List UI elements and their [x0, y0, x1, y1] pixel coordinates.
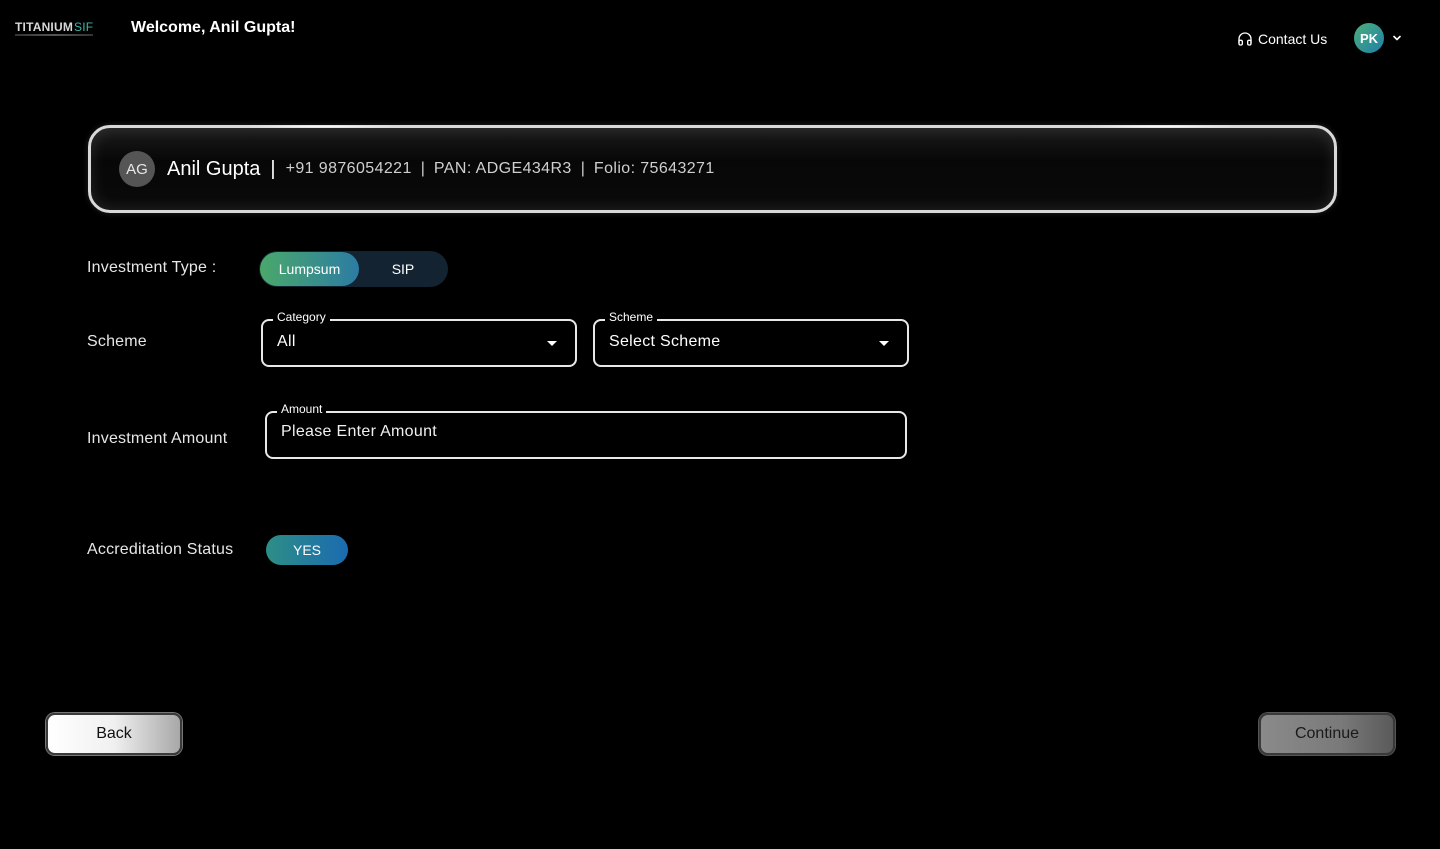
- toggle-lumpsum[interactable]: Lumpsum: [260, 252, 359, 286]
- client-name: Anil Gupta: [167, 157, 261, 180]
- amount-input[interactable]: [281, 423, 881, 441]
- contact-us-label: Contact Us: [1258, 31, 1328, 47]
- investment-type-toggle: Lumpsum SIP: [259, 251, 448, 287]
- brand-logo: TITANIUM SIF: [15, 20, 93, 34]
- amount-field[interactable]: Amount: [265, 402, 907, 459]
- investment-type-label: Investment Type :: [87, 259, 217, 276]
- investment-amount-label: Investment Amount: [87, 430, 228, 447]
- category-value: All: [277, 333, 296, 350]
- amount-legend: Amount: [277, 402, 327, 416]
- toggle-sip[interactable]: SIP: [359, 252, 447, 286]
- accreditation-status-label: Accreditation Status: [87, 541, 234, 558]
- category-select[interactable]: Category All: [261, 310, 577, 367]
- dropdown-arrow-icon: [879, 341, 889, 346]
- scheme-value: Select Scheme: [609, 333, 721, 350]
- client-phone: +91 9876054221: [285, 160, 412, 177]
- accreditation-yes-badge[interactable]: YES: [266, 535, 348, 565]
- dropdown-arrow-icon: [547, 341, 557, 346]
- meta-separator: |: [580, 160, 585, 177]
- scheme-legend: Scheme: [605, 310, 658, 324]
- meta-separator: |: [420, 160, 425, 177]
- welcome-message: Welcome, Anil Gupta!: [131, 19, 296, 36]
- client-folio: Folio: 75643271: [593, 160, 715, 177]
- logo-main-text: TITANIUM: [15, 20, 74, 34]
- card-glow-left: [241, 125, 401, 128]
- card-glow-right: [1081, 125, 1241, 128]
- logo-accent-text: SIF: [74, 20, 94, 34]
- continue-button[interactable]: Continue: [1259, 713, 1395, 755]
- avatar: PK: [1354, 23, 1384, 53]
- scheme-label: Scheme: [87, 333, 147, 350]
- client-name-separator: |: [270, 157, 276, 180]
- client-avatar: AG: [119, 151, 155, 187]
- scheme-select[interactable]: Scheme Select Scheme: [593, 310, 909, 367]
- logo-tagline-bar: [15, 34, 93, 36]
- chevron-down-icon: [1393, 35, 1401, 41]
- contact-us-link[interactable]: Contact Us: [1237, 31, 1327, 47]
- client-info-card: AG Anil Gupta | +91 9876054221 | PAN: AD…: [88, 125, 1337, 213]
- category-legend: Category: [273, 310, 330, 324]
- user-menu[interactable]: PK: [1354, 23, 1402, 53]
- headphones-icon: [1238, 32, 1252, 46]
- client-pan: PAN: ADGE434R3: [433, 160, 572, 177]
- back-button[interactable]: Back: [46, 713, 182, 755]
